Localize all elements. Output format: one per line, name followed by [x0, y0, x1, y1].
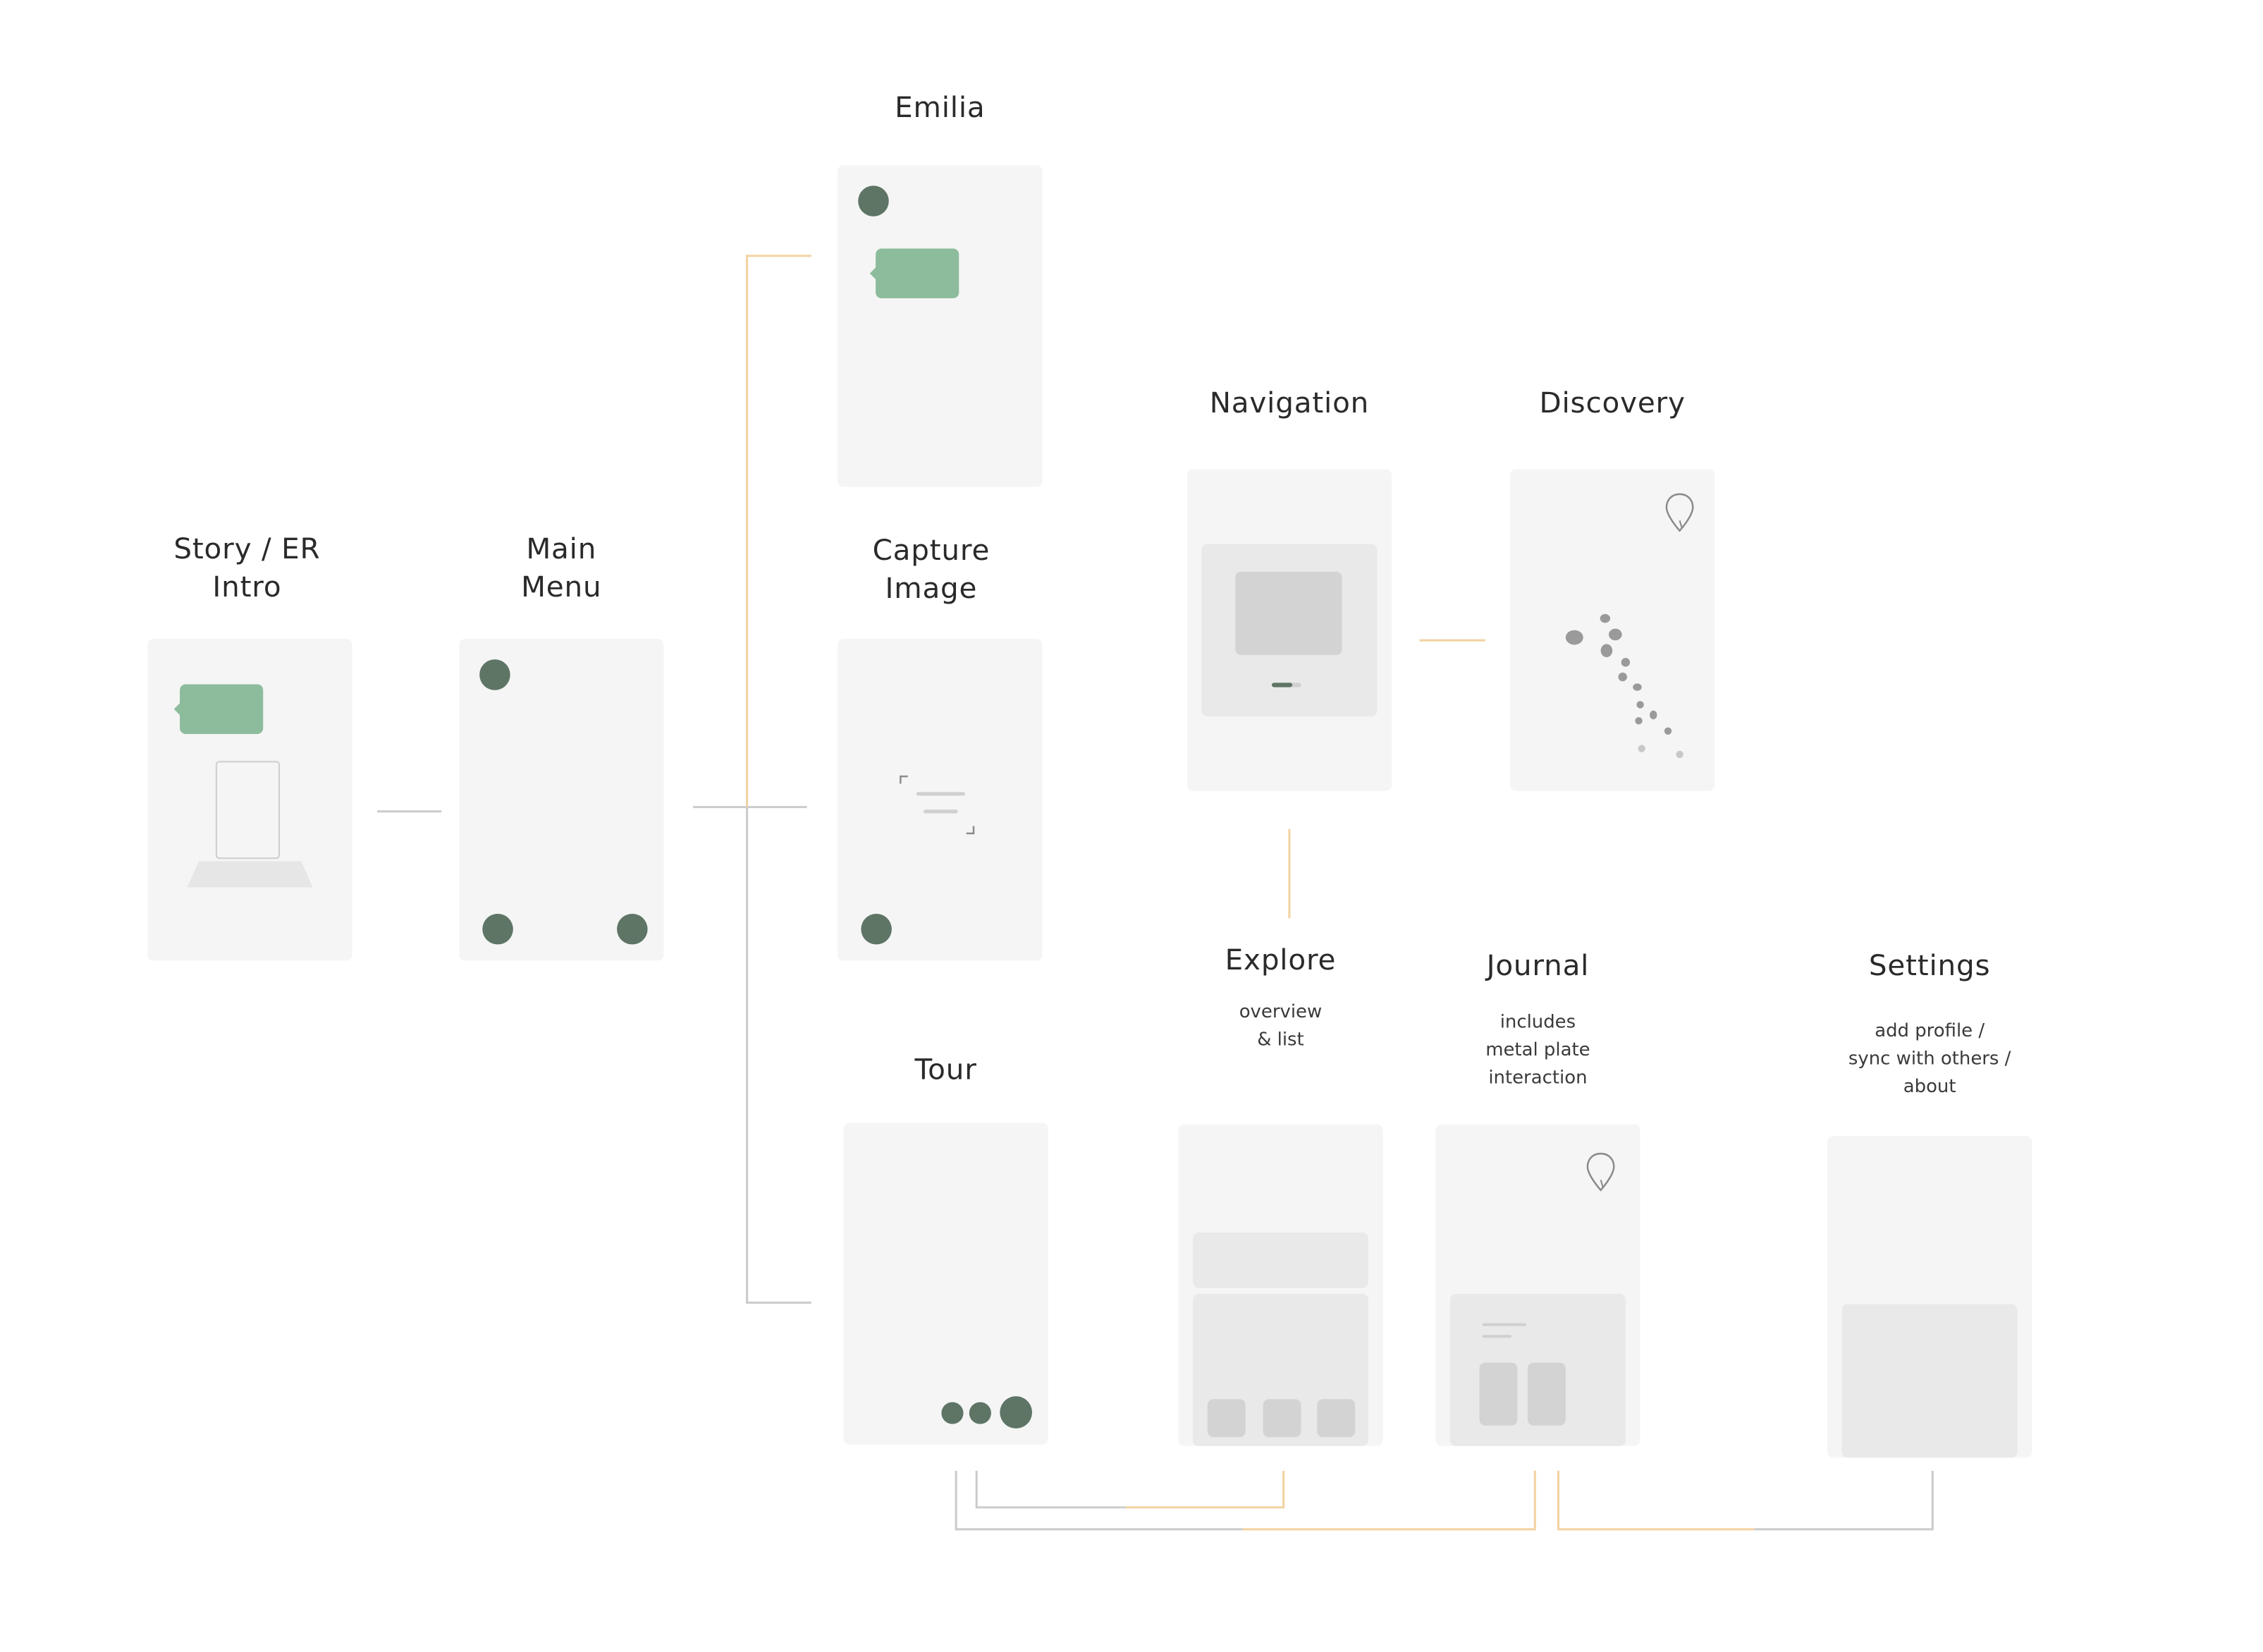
menu-dot-top: [479, 659, 510, 690]
settings-subtitle-line1: add profile /: [1875, 1019, 1985, 1041]
explore-tile-1: [1207, 1399, 1246, 1438]
explore-list-card: [1193, 1294, 1368, 1446]
story-screen: [147, 639, 352, 961]
edge-journal-settings-b: [1754, 1471, 1934, 1531]
tour-screen: [843, 1122, 1048, 1445]
explore-title: Explore: [1225, 943, 1337, 977]
edge-tour-journal-b: [1242, 1471, 1536, 1531]
emilia-speech-bubble: [869, 248, 959, 299]
capture-dot: [861, 914, 892, 945]
journal-screen: [1435, 1124, 1640, 1446]
capture-title-line1: Capture: [872, 533, 991, 568]
tour-dot-1: [941, 1402, 964, 1424]
journal-title: Journal: [1486, 948, 1590, 983]
explore-subtitle-line2: & list: [1257, 1027, 1304, 1050]
main-menu-title-line1: Main: [526, 532, 597, 566]
capture-title-line2: Image: [885, 571, 978, 606]
main-menu-title: Main Menu: [459, 531, 663, 607]
tour-dot-2: [969, 1402, 991, 1424]
settings-screen: [1827, 1136, 2032, 1458]
edge-to-emilia: [746, 255, 811, 807]
capture-title: Capture Image: [829, 532, 1034, 608]
emilia-title: Emilia: [895, 90, 986, 125]
settings-subtitle-line3: about: [1903, 1075, 1956, 1097]
journal-subtitle-line2: metal plate: [1485, 1038, 1590, 1060]
location-pin-icon: [1586, 1152, 1615, 1192]
navigation-progress-fill: [1272, 683, 1293, 687]
explore-screen: [1178, 1124, 1383, 1446]
speech-bubble: [173, 684, 264, 734]
navigation-panel: [1201, 544, 1378, 717]
navigation-progress-bar: [1272, 683, 1301, 687]
flow-diagram: Story / ER Intro Main Menu Emilia Captur…: [0, 0, 2263, 1652]
main-menu-title-line2: Menu: [521, 570, 602, 604]
settings-title: Settings: [1868, 948, 1991, 983]
journal-subtitle-line1: includes: [1500, 1010, 1576, 1032]
navigation-screen: [1186, 469, 1392, 791]
capture-screen: [838, 639, 1043, 961]
viewfinder-icon: [900, 775, 975, 835]
settings-subtitle-line2: sync with others /: [1848, 1046, 2011, 1069]
settings-card: [1841, 1304, 2018, 1458]
tour-dot-3: [1000, 1396, 1032, 1428]
explore-tile-2: [1263, 1399, 1301, 1438]
settings-subtitle: add profile / sync with others / about: [1805, 1016, 2054, 1099]
edge-journal-settings-a: [1557, 1471, 1755, 1531]
edge-tour-explore-a: [975, 1471, 1126, 1509]
discovery-title: Discovery: [1539, 386, 1686, 420]
navigation-title: Navigation: [1209, 386, 1370, 420]
journal-card: [1450, 1294, 1626, 1446]
edge-tour-explore-b: [1125, 1471, 1285, 1509]
explore-subtitle: overview & list: [1178, 997, 1382, 1053]
journal-text-line-2: [1482, 1335, 1512, 1338]
main-menu-screen: [459, 639, 664, 961]
journal-plate-1: [1479, 1362, 1518, 1426]
story-title: Story / ER Intro: [145, 531, 349, 607]
footprints-icon: [1565, 613, 1684, 759]
story-title-line2: Intro: [212, 570, 282, 604]
story-title-line1: Story / ER: [173, 532, 321, 566]
tour-title: Tour: [914, 1052, 977, 1087]
edge-to-tour: [746, 807, 811, 1304]
journal-subtitle-line3: interaction: [1488, 1065, 1588, 1088]
explore-subtitle-line1: overview: [1239, 1000, 1323, 1022]
explore-header-card: [1193, 1232, 1368, 1288]
journal-subtitle: includes metal plate interaction: [1435, 1008, 1640, 1091]
explore-tile-3: [1317, 1399, 1356, 1438]
menu-dot-bottom-right: [617, 914, 648, 945]
emilia-dot: [858, 185, 889, 216]
edge-tour-journal-a: [955, 1471, 1243, 1531]
menu-dot-bottom-left: [482, 914, 513, 945]
navigation-image-placeholder: [1235, 571, 1342, 655]
plinth-device-icon: [187, 761, 313, 888]
discovery-screen: [1510, 469, 1715, 791]
location-pin-icon: [1665, 493, 1694, 532]
emilia-screen: [838, 165, 1043, 487]
journal-plate-2: [1527, 1362, 1566, 1426]
journal-text-line-1: [1482, 1323, 1526, 1326]
